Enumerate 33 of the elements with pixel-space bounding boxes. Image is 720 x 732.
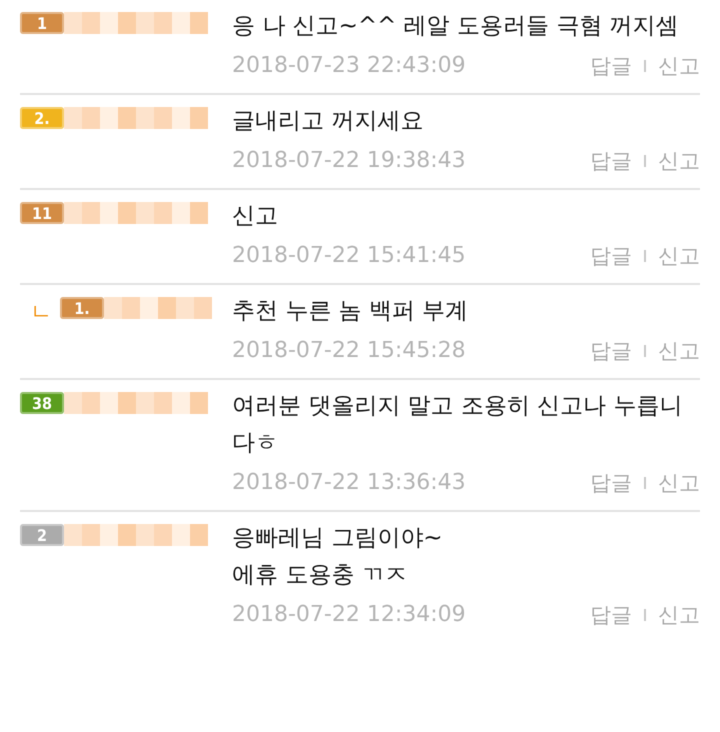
comment-text: 다ㅎ: [232, 429, 279, 458]
comment-text: 여러분 댓올리지 말고 조용히 신고나 누릅니: [232, 392, 684, 421]
comment-text: 에휴 도용충 ㄲㅈ: [232, 561, 409, 590]
comment-date: 2018-07-22 13:36:43: [232, 469, 467, 497]
report-link[interactable]: 신고: [658, 47, 700, 85]
level-badge: 11: [20, 202, 64, 224]
comment-date: 2018-07-23 22:43:09: [232, 52, 467, 80]
report-link[interactable]: 신고: [658, 596, 700, 634]
reply-link[interactable]: 답글: [590, 237, 632, 275]
report-link[interactable]: 신고: [658, 464, 700, 502]
comment-date: 2018-07-22 15:41:45: [232, 242, 467, 270]
report-link[interactable]: 신고: [658, 332, 700, 370]
comment-text: 글내리고 꺼지세요: [232, 107, 424, 136]
level-badge: 1: [20, 12, 64, 34]
comment-date: 2018-07-22 15:45:28: [232, 337, 467, 365]
comment-text: 응빠레님 그림이야~: [232, 524, 444, 553]
report-link[interactable]: 신고: [658, 142, 700, 180]
reply-link[interactable]: 답글: [590, 47, 632, 85]
comment-date: 2018-07-22 19:38:43: [232, 147, 467, 175]
comment-text: 추천 누른 놈 백퍼 부계: [232, 297, 470, 326]
comment-date: 2018-07-22 12:34:09: [232, 601, 467, 629]
level-badge: 1.: [60, 297, 104, 319]
level-badge: 2.: [20, 107, 64, 129]
comment-text: 응 나 신고~^^ 레알 도용러들 극혐 꺼지셈: [232, 12, 680, 41]
reply-link[interactable]: 답글: [590, 332, 632, 370]
reply-link[interactable]: 답글: [590, 596, 632, 634]
report-link[interactable]: 신고: [658, 237, 700, 275]
reply-marker: ㄴ: [30, 299, 53, 327]
reply-link[interactable]: 답글: [590, 464, 632, 502]
level-badge: 2: [20, 524, 64, 546]
level-badge: 38: [20, 392, 64, 414]
reply-link[interactable]: 답글: [590, 142, 632, 180]
comment-text: 신고: [232, 202, 279, 231]
